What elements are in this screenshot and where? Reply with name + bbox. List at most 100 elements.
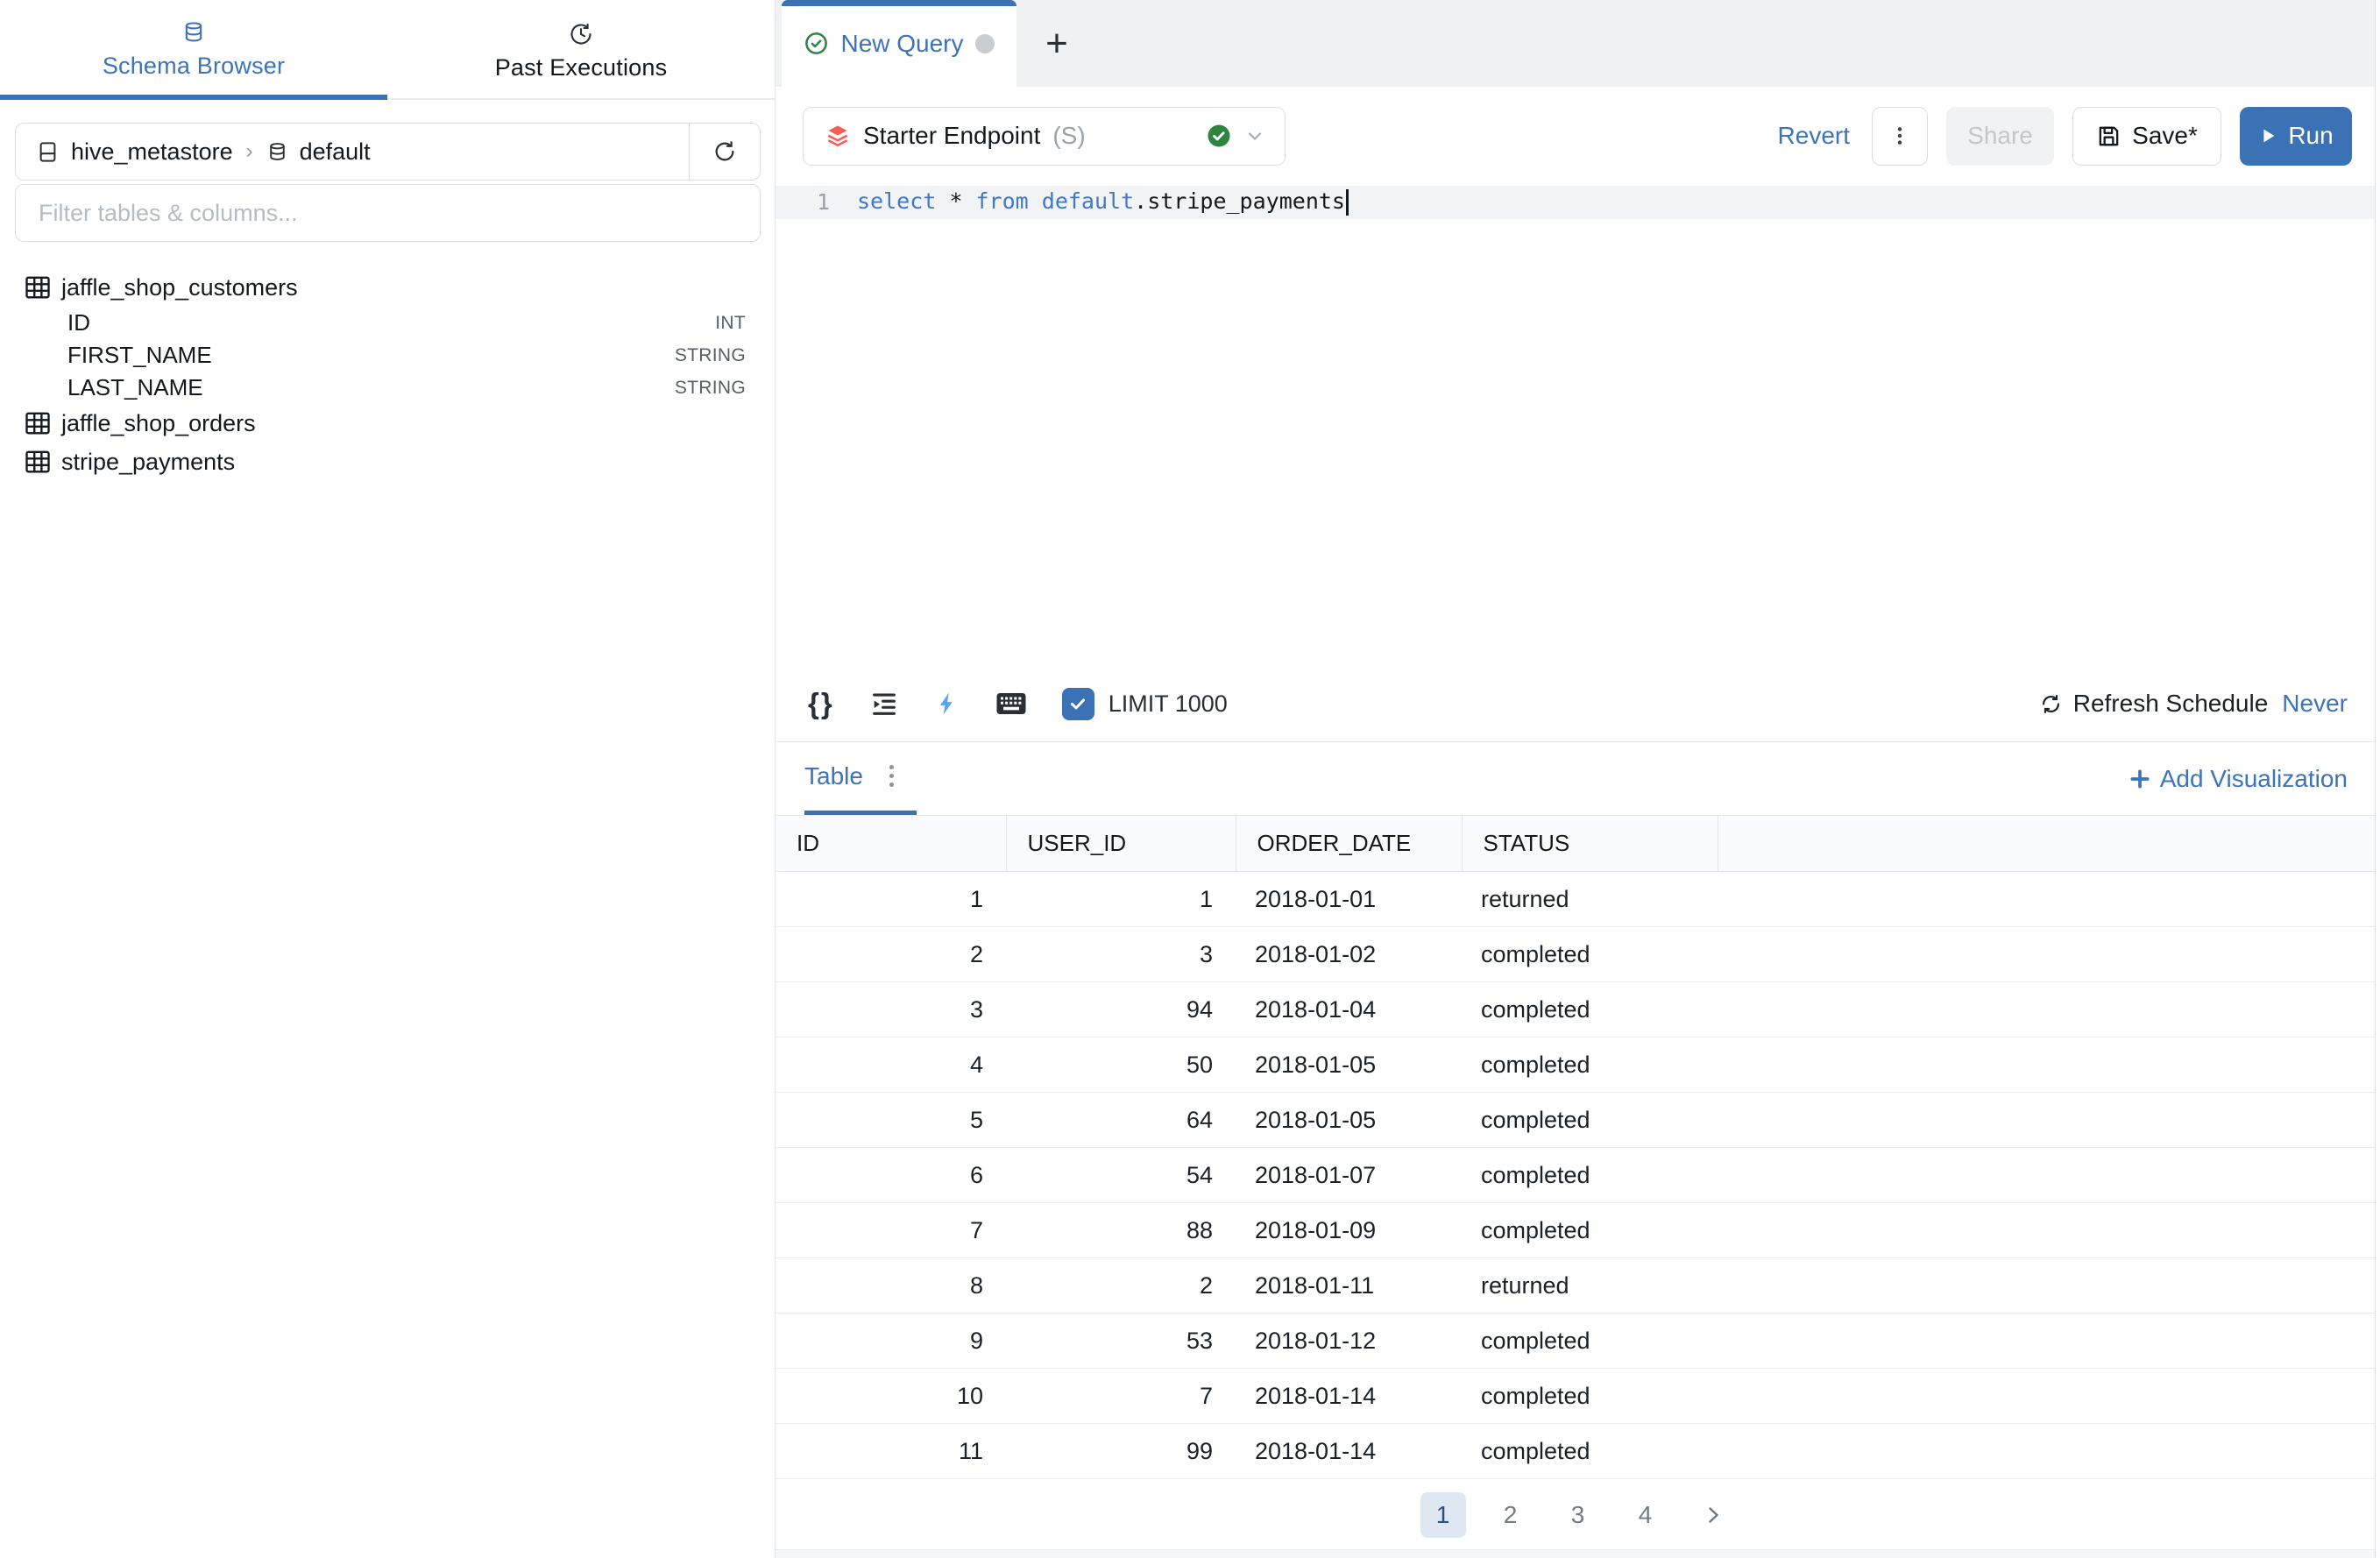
editor-toolbar: {}: [776, 666, 2380, 741]
table-cell: 54: [1006, 1148, 1236, 1203]
sql-active-line: 1 select * from default.stripe_payments: [776, 186, 2380, 219]
table-grid-icon: [25, 411, 51, 436]
kebab-icon: [1888, 124, 1911, 147]
table-cell: completed: [1462, 1369, 1718, 1424]
refresh-schema-button[interactable]: [689, 124, 760, 180]
autocomplete-indent-icon[interactable]: [869, 689, 899, 719]
table-cell: 99: [1006, 1424, 1236, 1479]
column-header[interactable]: STATUS: [1462, 816, 1718, 872]
tab-schema-browser[interactable]: Schema Browser: [0, 0, 387, 100]
next-page-button[interactable]: [1690, 1492, 1736, 1538]
breadcrumb-catalog[interactable]: hive_metastore: [71, 138, 233, 166]
page-button-4[interactable]: 4: [1623, 1492, 1668, 1538]
table-cell: 2018-01-12: [1236, 1314, 1462, 1369]
tree-column-item[interactable]: LAST_NAMESTRING: [25, 372, 746, 404]
table-row: 4502018-01-05completed: [776, 1037, 2380, 1093]
more-actions-button[interactable]: [1872, 107, 1928, 166]
page-button-2[interactable]: 2: [1488, 1492, 1534, 1538]
schema-breadcrumb-box: hive_metastore › default: [15, 123, 761, 181]
new-tab-button[interactable]: +: [1016, 0, 1097, 87]
breadcrumb[interactable]: hive_metastore › default: [16, 124, 689, 180]
table-cell: 7: [1006, 1369, 1236, 1424]
table-cell: 10: [776, 1369, 1006, 1424]
table-cell: completed: [1462, 1093, 1718, 1148]
tree-table-item[interactable]: jaffle_shop_customers: [25, 268, 746, 307]
chevron-down-icon: [1244, 125, 1265, 146]
table-cell: 7: [776, 1203, 1006, 1258]
chevron-right-icon: ›: [244, 139, 255, 164]
table-tab-kebab-icon[interactable]: [886, 761, 897, 790]
table-cell: 2018-01-09: [1236, 1203, 1462, 1258]
query-header: Starter Endpoint (S): [776, 87, 2380, 186]
column-type: INT: [715, 313, 746, 334]
sql-token: *: [949, 188, 962, 214]
table-cell: 53: [1006, 1314, 1236, 1369]
save-icon: [2096, 124, 2121, 149]
breadcrumb-schema[interactable]: default: [300, 138, 371, 166]
add-visualization-label: Add Visualization: [2160, 765, 2348, 793]
table-cell-filler: [1718, 1037, 2380, 1093]
table-cell: 2018-01-14: [1236, 1424, 1462, 1479]
endpoint-name: Starter Endpoint: [863, 122, 1040, 150]
tree-column-item[interactable]: FIRST_NAMESTRING: [25, 339, 746, 372]
limit-toggle[interactable]: LIMIT 1000: [1062, 688, 1228, 720]
scrollbar-gutter[interactable]: [2375, 0, 2380, 1558]
revert-button[interactable]: Revert: [1778, 122, 1850, 150]
table-cell: 88: [1006, 1203, 1236, 1258]
column-header[interactable]: USER_ID: [1006, 816, 1236, 872]
table-cell: 1: [776, 872, 1006, 927]
keyboard-shortcuts-icon[interactable]: [995, 690, 1027, 717]
filter-tables-input[interactable]: [16, 185, 760, 241]
sql-editor[interactable]: 1 select * from default.stripe_payments: [776, 186, 2380, 667]
column-type: STRING: [675, 378, 746, 399]
table-cell: 2018-01-11: [1236, 1258, 1462, 1314]
table-cell: 2018-01-05: [1236, 1093, 1462, 1148]
query-tabstrip: New Query +: [776, 0, 2380, 87]
refresh-schedule-value[interactable]: Never: [2282, 690, 2348, 718]
add-visualization-button[interactable]: Add Visualization: [2129, 765, 2348, 793]
tree-table-item[interactable]: stripe_payments: [25, 443, 746, 481]
table-cell-filler: [1718, 927, 2380, 982]
save-button[interactable]: Save*: [2072, 107, 2221, 166]
column-header[interactable]: ID: [776, 816, 1006, 872]
tab-schema-browser-label: Schema Browser: [103, 53, 285, 80]
table-cell: 5: [776, 1093, 1006, 1148]
run-button[interactable]: Run: [2240, 107, 2352, 166]
tree-table-item[interactable]: jaffle_shop_orders: [25, 404, 746, 443]
tab-past-executions[interactable]: Past Executions: [387, 0, 775, 100]
table-cell: 50: [1006, 1037, 1236, 1093]
sql-token: .: [1134, 188, 1147, 214]
text-cursor: [1346, 189, 1349, 216]
table-cell: completed: [1462, 1424, 1718, 1479]
schema-icon: [266, 141, 288, 163]
table-cell-filler: [1718, 1424, 2380, 1479]
table-cell: 8: [776, 1258, 1006, 1314]
share-button[interactable]: Share: [1946, 107, 2054, 166]
tab-table-visualization[interactable]: Table: [804, 742, 917, 816]
limit-label: LIMIT 1000: [1109, 690, 1228, 718]
table-cell: 2018-01-14: [1236, 1369, 1462, 1424]
endpoint-select[interactable]: Starter Endpoint (S): [803, 107, 1286, 166]
column-header[interactable]: ORDER_DATE: [1236, 816, 1462, 872]
catalog-icon: [36, 140, 60, 164]
page-button-1[interactable]: 1: [1420, 1492, 1466, 1538]
page-button-3[interactable]: 3: [1555, 1492, 1601, 1538]
check-circle-icon: [804, 31, 829, 56]
table-cell-filler: [1718, 1093, 2380, 1148]
table-cell-filler: [1718, 982, 2380, 1037]
query-tab-new-query[interactable]: New Query: [782, 0, 1016, 87]
tab-past-executions-label: Past Executions: [495, 54, 668, 81]
database-icon: [181, 20, 206, 45]
tree-column-item[interactable]: IDINT: [25, 307, 746, 339]
refresh-schedule-label: Refresh Schedule: [2073, 690, 2269, 718]
results-header: Table Add Visualization: [776, 741, 2380, 815]
column-header-filler: [1718, 816, 2380, 872]
live-autocomplete-bolt-icon[interactable]: [934, 690, 960, 718]
refresh-schedule-icon: [2039, 692, 2063, 716]
table-cell: returned: [1462, 1258, 1718, 1314]
format-braces-icon[interactable]: {}: [808, 687, 834, 720]
results-table-header-row: IDUSER_IDORDER_DATESTATUS: [776, 816, 2380, 872]
sql-token: [962, 188, 975, 214]
limit-checkbox[interactable]: [1062, 688, 1094, 720]
table-row: 822018-01-11returned: [776, 1258, 2380, 1314]
